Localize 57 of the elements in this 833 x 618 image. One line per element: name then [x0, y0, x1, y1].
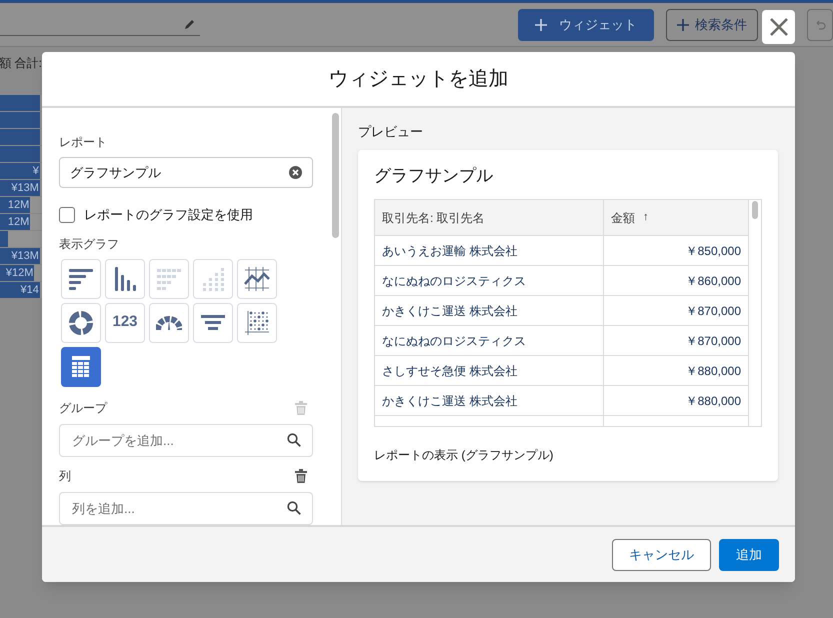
dialog-button[interactable]: キャンセル: [612, 538, 711, 570]
preview-label: プレビュー: [358, 123, 424, 141]
table-cell: あいうえお運輸 株式会社: [375, 236, 604, 265]
column-header[interactable]: 金額 ↑: [604, 200, 748, 235]
report-link[interactable]: レポートの表示 (グラフサンプル): [374, 448, 554, 462]
sort-indicator: ↑: [643, 210, 648, 226]
table-cell: なにぬねのロジスティクス: [375, 326, 604, 355]
stacked-column-chart-icon: [200, 266, 226, 292]
chart-bar: ¥14: [0, 282, 40, 298]
field-label: 表示グラフ: [59, 236, 120, 252]
chart-bar: ¥12M: [0, 265, 34, 281]
header-button[interactable]: ウィジェット: [518, 8, 654, 40]
scatter-chart-icon: [244, 310, 270, 336]
field-label: グループ: [59, 400, 107, 416]
card-title: グラフサンプル: [374, 164, 494, 186]
report-field[interactable]: グラフサンプル: [59, 157, 313, 188]
field-label: 列: [59, 468, 71, 484]
column-header[interactable]: 取引先名: 取引先名: [375, 200, 604, 235]
chart-bar: 12M: [0, 214, 30, 230]
pencil-icon: [184, 18, 196, 30]
search-icon: [287, 500, 301, 514]
chart-bar: ¥: [0, 163, 40, 179]
plus-icon: [535, 18, 547, 30]
search-field[interactable]: グループを追加...: [59, 424, 313, 456]
close-icon: [768, 17, 788, 37]
chart-type-tile[interactable]: 123: [105, 302, 145, 342]
undo-icon: [814, 18, 826, 30]
chart-type-tile[interactable]: [61, 346, 101, 386]
dialog-button[interactable]: 追加: [719, 538, 779, 570]
table-cell-text: ￥850,000: [684, 242, 742, 260]
trash-icon[interactable]: [295, 468, 307, 482]
table-cell: かきくけこ運送 株式会社: [375, 296, 604, 325]
vertical-bar-chart-icon: [112, 266, 138, 292]
table-cell-text: ￥870,000: [684, 302, 742, 320]
chart-bar: 12M: [0, 197, 30, 213]
table-cell-text: ￥860,000: [684, 272, 742, 290]
field-label: レポート: [59, 134, 108, 151]
table-cell-text: ￥880,000: [684, 392, 742, 410]
table-cell: さしすせそ急便 株式会社: [375, 356, 604, 385]
table-cell-text: ￥870,000: [684, 332, 742, 350]
donut-chart-icon: [68, 310, 94, 336]
table-cell: かきくけこ運送 株式会社: [375, 386, 604, 415]
close-button[interactable]: [762, 10, 795, 44]
search-icon: [287, 432, 301, 446]
checkbox[interactable]: [59, 206, 75, 223]
clear-icon[interactable]: [289, 166, 302, 179]
header-button[interactable]: 検索条件: [666, 8, 758, 40]
line-chart-icon: [244, 266, 270, 292]
scrollbar-thumb[interactable]: [332, 113, 339, 238]
table-cell: なにぬねのロジスティクス: [375, 266, 604, 295]
checkbox-label: レポートのグラフ設定を使用: [84, 206, 253, 224]
chart-bar: ¥13M: [0, 248, 40, 264]
table-cell-text: ￥880,000: [684, 362, 742, 380]
chart-bar: ¥13M: [0, 180, 40, 196]
search-field[interactable]: 列を追加...: [59, 492, 313, 524]
plus-icon: [677, 18, 689, 30]
scrollbar-thumb[interactable]: [752, 201, 758, 219]
